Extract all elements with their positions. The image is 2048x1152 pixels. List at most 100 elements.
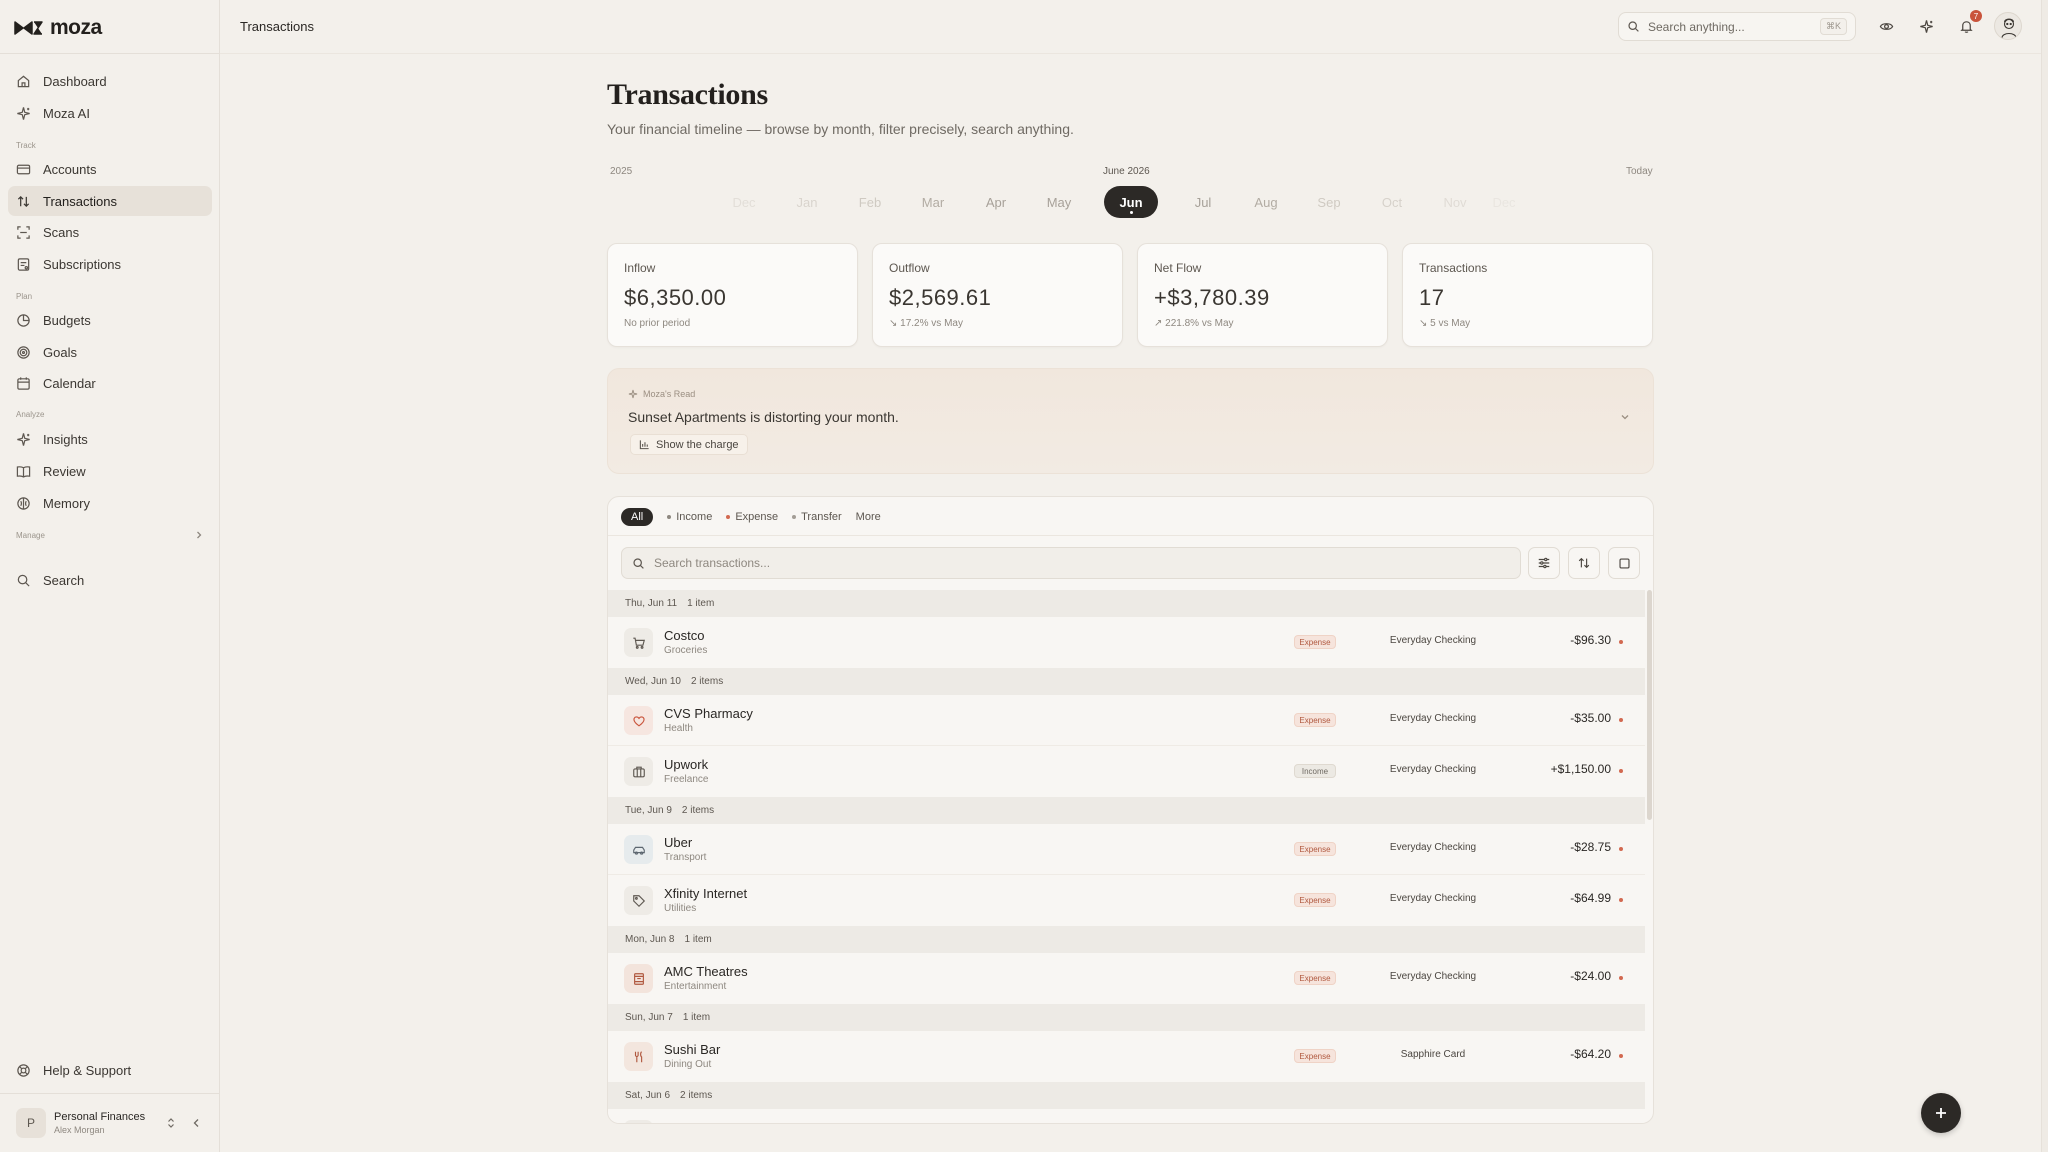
sidebar-item-search[interactable]: Search xyxy=(8,565,212,595)
sidebar-item-help[interactable]: Help & Support xyxy=(8,1055,212,1085)
month-sep[interactable]: Sep xyxy=(1302,186,1356,218)
type-badge: Expense xyxy=(1294,1049,1336,1063)
stat-note: ↘ 5 vs May xyxy=(1419,318,1471,329)
stat-label: Inflow xyxy=(624,261,656,275)
section-label-track: Track xyxy=(16,141,36,150)
sidebar-item-calendar[interactable]: Calendar xyxy=(8,368,212,398)
logo[interactable]: moza xyxy=(14,14,102,42)
transaction-category: Freelance xyxy=(664,774,709,785)
sidebar-item-label: Dashboard xyxy=(43,73,107,89)
month-apr[interactable]: Apr xyxy=(969,186,1023,218)
transaction-search-input[interactable]: Search transactions... xyxy=(621,547,1521,579)
merchant-name: Sushi Bar xyxy=(664,1042,721,1057)
ai-insight-label-text: Moza's Read xyxy=(643,389,696,399)
date-group-header: Tue, Jun 9 2 items xyxy=(608,797,1645,824)
sidebar-item-label: Goals xyxy=(43,344,77,360)
collapse-sidebar-icon[interactable] xyxy=(184,1117,204,1129)
sidebar-item-insights[interactable]: Insights xyxy=(8,424,212,454)
sidebar-item-memory[interactable]: Memory xyxy=(8,488,212,518)
page-scrollbar[interactable] xyxy=(2041,0,2048,1152)
merchant-name: Upwork xyxy=(664,757,709,772)
filter-all[interactable]: All xyxy=(621,507,654,526)
month-feb[interactable]: Feb xyxy=(843,186,897,218)
stat-label: Outflow xyxy=(889,261,930,275)
sidebar-item-subscriptions[interactable]: Subscriptions xyxy=(8,249,212,279)
list-scrollbar[interactable] xyxy=(1647,590,1652,820)
transaction-row[interactable]: Upwork Freelance Income Everyday Checkin… xyxy=(608,746,1645,797)
sidebar-item-budgets[interactable]: Budgets xyxy=(8,305,212,335)
cart-icon xyxy=(632,637,645,649)
search-icon xyxy=(633,557,644,569)
transaction-icon-wrap xyxy=(624,628,653,657)
status-dot xyxy=(1619,718,1623,722)
group-date: Sat, Jun 6 xyxy=(625,1090,671,1101)
utensils-icon xyxy=(634,1050,642,1062)
chevron-right-icon xyxy=(197,531,202,539)
sidebar-item-dashboard[interactable]: Dashboard xyxy=(8,66,212,96)
sidebar-item-label: Memory xyxy=(43,495,90,511)
filter-more[interactable]: More xyxy=(856,511,881,523)
type-badge: Expense xyxy=(1294,893,1336,907)
sidebar-item-review[interactable]: Review xyxy=(8,456,212,486)
month-aug[interactable]: Aug xyxy=(1239,186,1293,218)
transaction-row[interactable]: AMC Theatres Entertainment Expense Every… xyxy=(608,953,1645,1004)
transaction-row[interactable]: CVS Pharmacy Health Expense Everyday Che… xyxy=(608,695,1645,746)
sidebar-item-goals[interactable]: Goals xyxy=(8,337,212,367)
status-dot xyxy=(1619,1054,1623,1058)
sort-button[interactable] xyxy=(1568,547,1600,579)
add-transaction-button[interactable] xyxy=(1921,1093,1961,1133)
transaction-row[interactable]: Uber Transport Expense Everyday Checking… xyxy=(608,824,1645,875)
filter-options-button[interactable] xyxy=(1528,547,1560,579)
sidebar-item-moza-ai[interactable]: Moza AI xyxy=(8,98,212,128)
transaction-row-partial[interactable] xyxy=(608,1109,1645,1123)
month-nov[interactable]: Nov xyxy=(1428,186,1482,218)
sort-icon xyxy=(1578,557,1590,569)
month-may[interactable]: May xyxy=(1032,186,1086,218)
global-search[interactable]: Search anything... ⌘K xyxy=(1618,12,1856,41)
section-label-analyze: Analyze xyxy=(16,410,45,419)
account-name: Everyday Checking xyxy=(1389,713,1477,724)
pie-icon xyxy=(17,313,30,327)
heart-icon xyxy=(632,715,645,727)
privacy-toggle-button[interactable] xyxy=(1877,17,1895,35)
sidebar-item-label: Calendar xyxy=(43,375,96,391)
type-badge: Expense xyxy=(1294,635,1336,649)
filter-transfer[interactable]: Transfer xyxy=(792,511,842,523)
sidebar-item-accounts[interactable]: Accounts xyxy=(8,154,212,184)
sidebar-item-label: Review xyxy=(43,463,86,479)
plus-icon xyxy=(1936,1108,1946,1118)
eye-icon xyxy=(1879,22,1893,30)
arrows-updown-icon xyxy=(17,195,30,207)
divider xyxy=(608,535,1653,536)
type-filter-tabs: All Income Expense Transfer More xyxy=(621,506,881,527)
ai-assistant-button[interactable] xyxy=(1917,17,1935,35)
group-date: Thu, Jun 11 xyxy=(625,598,678,609)
transaction-category: Transport xyxy=(664,852,707,863)
month-dec-2025[interactable]: Dec xyxy=(717,186,771,218)
month-oct[interactable]: Oct xyxy=(1365,186,1419,218)
month-jun[interactable]: Jun xyxy=(1104,186,1158,218)
expand-insight-button[interactable] xyxy=(1619,411,1631,423)
transaction-row[interactable]: Xfinity Internet Utilities Expense Every… xyxy=(608,875,1645,926)
transaction-row[interactable]: Sushi Bar Dining Out Expense Sapphire Ca… xyxy=(608,1031,1645,1082)
workspace-switcher[interactable]: P Personal Finances Alex Morgan xyxy=(16,1107,204,1139)
sidebar-item-scans[interactable]: Scans xyxy=(8,217,212,247)
show-charge-button[interactable]: Show the charge xyxy=(630,434,748,455)
search-icon xyxy=(17,574,30,587)
manage-section-toggle[interactable]: Manage xyxy=(16,530,204,540)
timeline-today-button[interactable]: Today xyxy=(1626,166,1653,177)
filter-expense[interactable]: Expense xyxy=(726,511,778,523)
user-avatar[interactable] xyxy=(1994,12,2022,40)
month-mar[interactable]: Mar xyxy=(906,186,960,218)
bell-icon xyxy=(1959,20,1973,33)
filter-income[interactable]: Income xyxy=(667,511,712,523)
select-mode-button[interactable] xyxy=(1608,547,1640,579)
workspace-name: Personal Finances xyxy=(54,1111,146,1123)
month-jan[interactable]: Jan xyxy=(780,186,834,218)
sidebar-item-transactions[interactable]: Transactions xyxy=(8,186,212,216)
month-jul[interactable]: Jul xyxy=(1176,186,1230,218)
transaction-row[interactable]: Costco Groceries Expense Everyday Checki… xyxy=(608,617,1645,668)
stat-label: Net Flow xyxy=(1154,261,1202,275)
month-dec-2026[interactable]: Dec xyxy=(1491,186,1517,218)
divider xyxy=(220,53,2048,54)
